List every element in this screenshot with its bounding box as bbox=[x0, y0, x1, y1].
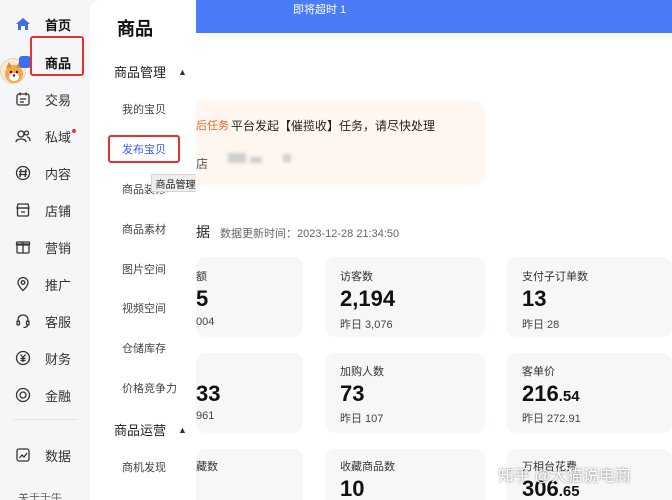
stat-label: 访客数 bbox=[340, 271, 373, 283]
stat-label: 收藏商品数 bbox=[340, 461, 395, 473]
stat-label: 藏数 bbox=[196, 461, 218, 473]
stat-value: 5 bbox=[196, 286, 209, 311]
marketing-icon bbox=[14, 238, 32, 256]
notice-subtext: 店 bbox=[196, 157, 209, 171]
nav-label-loan: 金融 bbox=[45, 388, 72, 404]
top-banner[interactable] bbox=[196, 0, 672, 33]
nav-item-customer-service[interactable]: 客服 bbox=[0, 307, 90, 335]
stat-value: 10 bbox=[340, 476, 365, 500]
store-icon bbox=[14, 201, 32, 219]
stat-value-int: 216 bbox=[522, 381, 559, 406]
stat-yesterday: 昨日 107 bbox=[340, 413, 384, 425]
submenu-item-inventory[interactable]: 仓储库存 bbox=[122, 340, 166, 356]
nav-item-private-domain[interactable]: 私域 bbox=[0, 122, 90, 150]
home-icon bbox=[14, 15, 32, 33]
tooltip: 商品管理 bbox=[151, 174, 200, 192]
nav-item-data[interactable]: 数据 bbox=[0, 441, 90, 469]
goods-submenu: 商品 商品管理 ▲ 我的宝贝 发布宝贝 商品装修 商品素材 图片空间 视频空间 … bbox=[90, 0, 196, 500]
submenu-item-image-space[interactable]: 图片空间 bbox=[122, 261, 166, 277]
nav-label-data: 数据 bbox=[45, 448, 72, 464]
watermark: 知乎 @大猫说电商 bbox=[498, 468, 631, 485]
stat-label: 加购人数 bbox=[340, 366, 384, 378]
nav-item-trade[interactable]: 交易 bbox=[0, 85, 90, 113]
update-time: 数据更新时间：2023-12-28 21:34:50 bbox=[220, 228, 400, 240]
nav-label-customer-service: 客服 bbox=[45, 314, 72, 330]
submenu-item-opportunity[interactable]: 商机发现 bbox=[122, 459, 166, 475]
notification-dot bbox=[72, 129, 76, 133]
group-label: 商品运营 bbox=[114, 423, 167, 438]
data-icon bbox=[14, 446, 32, 464]
nav-label-content: 内容 bbox=[45, 166, 72, 182]
nav-item-finance[interactable]: 财务 bbox=[0, 344, 90, 372]
highlight-box-publish bbox=[108, 135, 180, 163]
stat-value: 33 bbox=[196, 381, 221, 406]
nav-item-promotion[interactable]: 推广 bbox=[0, 270, 90, 298]
nav-divider bbox=[14, 419, 76, 420]
stat-yesterday: 昨日 28 bbox=[522, 319, 560, 331]
loan-icon bbox=[14, 386, 32, 404]
nav-item-content[interactable]: 内容 bbox=[0, 159, 90, 187]
stat-label: 支付子订单数 bbox=[522, 271, 588, 283]
promotion-icon bbox=[14, 275, 32, 293]
timeout-text: 即将超时 1 bbox=[293, 4, 347, 16]
nav-bottom-partial[interactable]: 关于千牛 bbox=[18, 493, 62, 500]
nav-label-home: 首页 bbox=[45, 17, 72, 33]
private-domain-icon bbox=[14, 127, 32, 145]
stat-value: 2,194 bbox=[340, 286, 396, 311]
stat-value: 216.54 bbox=[522, 381, 580, 407]
stat-label: 客单价 bbox=[522, 366, 555, 378]
nav-label-finance: 财务 bbox=[45, 351, 72, 367]
chevron-up-icon: ▲ bbox=[178, 66, 187, 77]
submenu-item-my-items[interactable]: 我的宝贝 bbox=[122, 101, 166, 117]
nav-item-marketing[interactable]: 营销 bbox=[0, 233, 90, 261]
nav-item-loan[interactable]: 金融 bbox=[0, 381, 90, 409]
nav-label-store: 店铺 bbox=[45, 203, 72, 219]
stat-yesterday: 961 bbox=[196, 410, 215, 422]
nav-item-store[interactable]: 店铺 bbox=[0, 196, 90, 224]
nav-label-trade: 交易 bbox=[45, 92, 72, 108]
section-title: 据 bbox=[196, 224, 210, 240]
trade-icon bbox=[14, 90, 32, 108]
group-goods-management[interactable]: 商品管理 ▲ bbox=[114, 62, 187, 81]
nav-item-home[interactable]: 首页 bbox=[0, 10, 90, 38]
stat-value: 13 bbox=[522, 286, 547, 311]
notice-tag: 后任务 bbox=[196, 120, 229, 132]
highlight-box-goods bbox=[30, 36, 84, 76]
customer-service-icon bbox=[14, 312, 32, 330]
nav-label-promotion: 推广 bbox=[45, 277, 72, 293]
stat-yesterday: 004 bbox=[196, 316, 215, 328]
stat-card[interactable] bbox=[196, 449, 303, 500]
left-nav: 首页 商品 交易 私域 内容 店铺 营销 推广 客服 财务 金融 数据 关于千牛 bbox=[0, 0, 90, 500]
submenu-title: 商品 bbox=[117, 19, 153, 39]
finance-icon bbox=[14, 349, 32, 367]
nav-label-marketing: 营销 bbox=[45, 240, 72, 256]
stat-value: 73 bbox=[340, 381, 365, 406]
notice-text: 平台发起【催揽收】任务，请尽快处理 bbox=[231, 119, 436, 133]
stat-label: 额 bbox=[196, 271, 207, 283]
stat-yesterday: 昨日 272.91 bbox=[522, 413, 581, 425]
blurred-text bbox=[283, 154, 291, 162]
stat-value-decimal: .54 bbox=[558, 388, 580, 405]
submenu-item-materials[interactable]: 商品素材 bbox=[122, 221, 166, 237]
task-notice[interactable] bbox=[196, 101, 485, 185]
submenu-item-video-space[interactable]: 视频空间 bbox=[122, 300, 166, 316]
submenu-item-price-competitiveness[interactable]: 价格竞争力 bbox=[122, 380, 177, 396]
stat-yesterday: 昨日 3,076 bbox=[340, 319, 393, 331]
blurred-text bbox=[250, 157, 262, 163]
nav-label-private-domain: 私域 bbox=[45, 129, 72, 145]
content-icon bbox=[14, 164, 32, 182]
group-goods-operations[interactable]: 商品运营 ▲ bbox=[114, 420, 187, 439]
blurred-text bbox=[228, 153, 246, 163]
chevron-up-icon: ▲ bbox=[178, 424, 187, 435]
group-label: 商品管理 bbox=[114, 65, 167, 80]
